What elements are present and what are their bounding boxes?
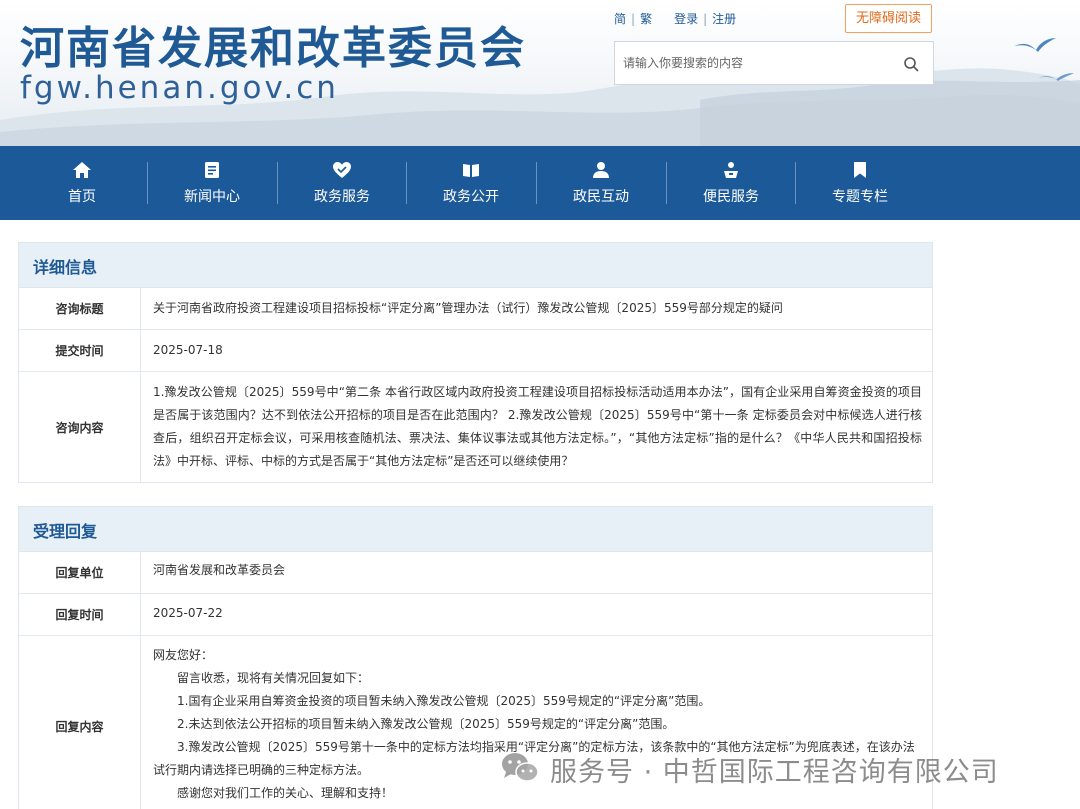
accessibility-reading-button[interactable]: 无障碍阅读 (845, 4, 932, 33)
nav-item-home[interactable]: 首页 (17, 146, 147, 220)
reply-line: 留言收悉，现将有关情况回复如下： (177, 671, 370, 685)
panel-title: 受理回复 (33, 522, 98, 541)
reply-greeting: 网友您好： (153, 648, 214, 662)
consult-title-value: 关于河南省政府投资工程建设项目招标投标“评定分离”管理办法（试行）豫发改公管规〔… (153, 301, 783, 315)
nav-item-label: 便民服务 (703, 189, 759, 205)
table-row: 回复时间 2025-07-22 (19, 594, 932, 636)
login-link[interactable]: 登录 (674, 12, 698, 26)
panel-header: 详细信息 (19, 243, 932, 288)
reply-unit-label: 回复单位 (19, 552, 141, 593)
news-icon (205, 162, 219, 178)
nav-item-government-services[interactable]: 政务服务 (277, 146, 407, 220)
nav-item-public-interaction[interactable]: 政民互动 (536, 146, 666, 220)
site-header: 河南省发展和改革委员会 fgw.henan.gov.cn 简 | 繁 登录 | 注册 无障… (0, 0, 1080, 146)
home-icon (73, 162, 91, 178)
main-navigation: 首页 新闻中心 政务服务 政务公开 政民互动 便民服务 专题专栏 (0, 146, 1080, 220)
nav-item-label: 政务服务 (314, 189, 370, 205)
traditional-chinese-link[interactable]: 繁 (640, 12, 652, 26)
reply-time-label: 回复时间 (19, 594, 141, 635)
heart-hands-icon (333, 162, 351, 178)
divider: | (703, 12, 708, 26)
divider: | (631, 12, 636, 26)
search-icon[interactable] (903, 56, 919, 72)
service-icon (724, 162, 738, 178)
nav-item-label: 首页 (68, 189, 96, 205)
reply-line: 2.未达到依法公开招标的项目暂未纳入豫发改公管规〔2025〕559号规定的“评定… (177, 717, 675, 731)
search-input[interactable] (615, 42, 895, 84)
reply-line: 1.国有企业采用自筹资金投资的项目暂未纳入豫发改公管规〔2025〕559号规定的… (177, 694, 711, 708)
people-icon (593, 162, 609, 178)
nav-item-label: 政务公开 (443, 189, 499, 205)
nav-item-special-topics[interactable]: 专题专栏 (795, 146, 925, 220)
wechat-icon (502, 753, 539, 782)
register-link[interactable]: 注册 (712, 12, 736, 26)
site-title: 河南省发展和改革委员会 (20, 23, 526, 74)
table-row: 咨询标题 关于河南省政府投资工程建设项目招标投标“评定分离”管理办法（试行）豫发… (19, 288, 932, 330)
bird-icon (1038, 73, 1074, 81)
submit-time-value: 2025-07-18 (153, 343, 223, 357)
nav-item-convenience-services[interactable]: 便民服务 (666, 146, 796, 220)
reply-content-label: 回复内容 (19, 636, 141, 809)
reply-time-value: 2025-07-22 (153, 606, 223, 620)
nav-item-label: 新闻中心 (184, 189, 240, 205)
table-row: 回复单位 河南省发展和改革委员会 (19, 552, 932, 594)
nav-item-news-center[interactable]: 新闻中心 (147, 146, 277, 220)
simplified-chinese-link[interactable]: 简 (614, 12, 626, 26)
table-row: 提交时间 2025-07-18 (19, 330, 932, 372)
watermark-text: 服务号 · 中哲国际工程咨询有限公司 (550, 757, 999, 788)
detail-info-panel: 详细信息 咨询标题 关于河南省政府投资工程建设项目招标投标“评定分离”管理办法（… (18, 242, 933, 483)
table-row: 咨询内容 1.豫发改公管规〔2025〕559号中“第二条 本省行政区域内政府投资… (19, 372, 932, 482)
submit-time-label: 提交时间 (19, 330, 141, 371)
nav-item-label: 政民互动 (573, 189, 629, 205)
search-box (614, 41, 934, 85)
reply-unit-value: 河南省发展和改革委员会 (153, 563, 286, 577)
consult-title-label: 咨询标题 (19, 288, 141, 329)
nav-item-government-affairs-disclosure[interactable]: 政务公开 (406, 146, 536, 220)
open-book-icon (463, 164, 479, 177)
consult-content-value: 1.豫发改公管规〔2025〕559号中“第二条 本省行政区域内政府投资工程建设项… (153, 385, 922, 468)
top-links: 简 | 繁 登录 | 注册 (614, 10, 736, 27)
panel-title: 详细信息 (33, 258, 98, 277)
panel-header: 受理回复 (19, 507, 932, 552)
bird-icon (1014, 38, 1056, 52)
nav-item-label: 专题专栏 (832, 189, 888, 205)
bookmark-icon (854, 162, 866, 178)
consult-content-label: 咨询内容 (19, 372, 141, 482)
site-domain: fgw.henan.gov.cn (20, 70, 339, 106)
